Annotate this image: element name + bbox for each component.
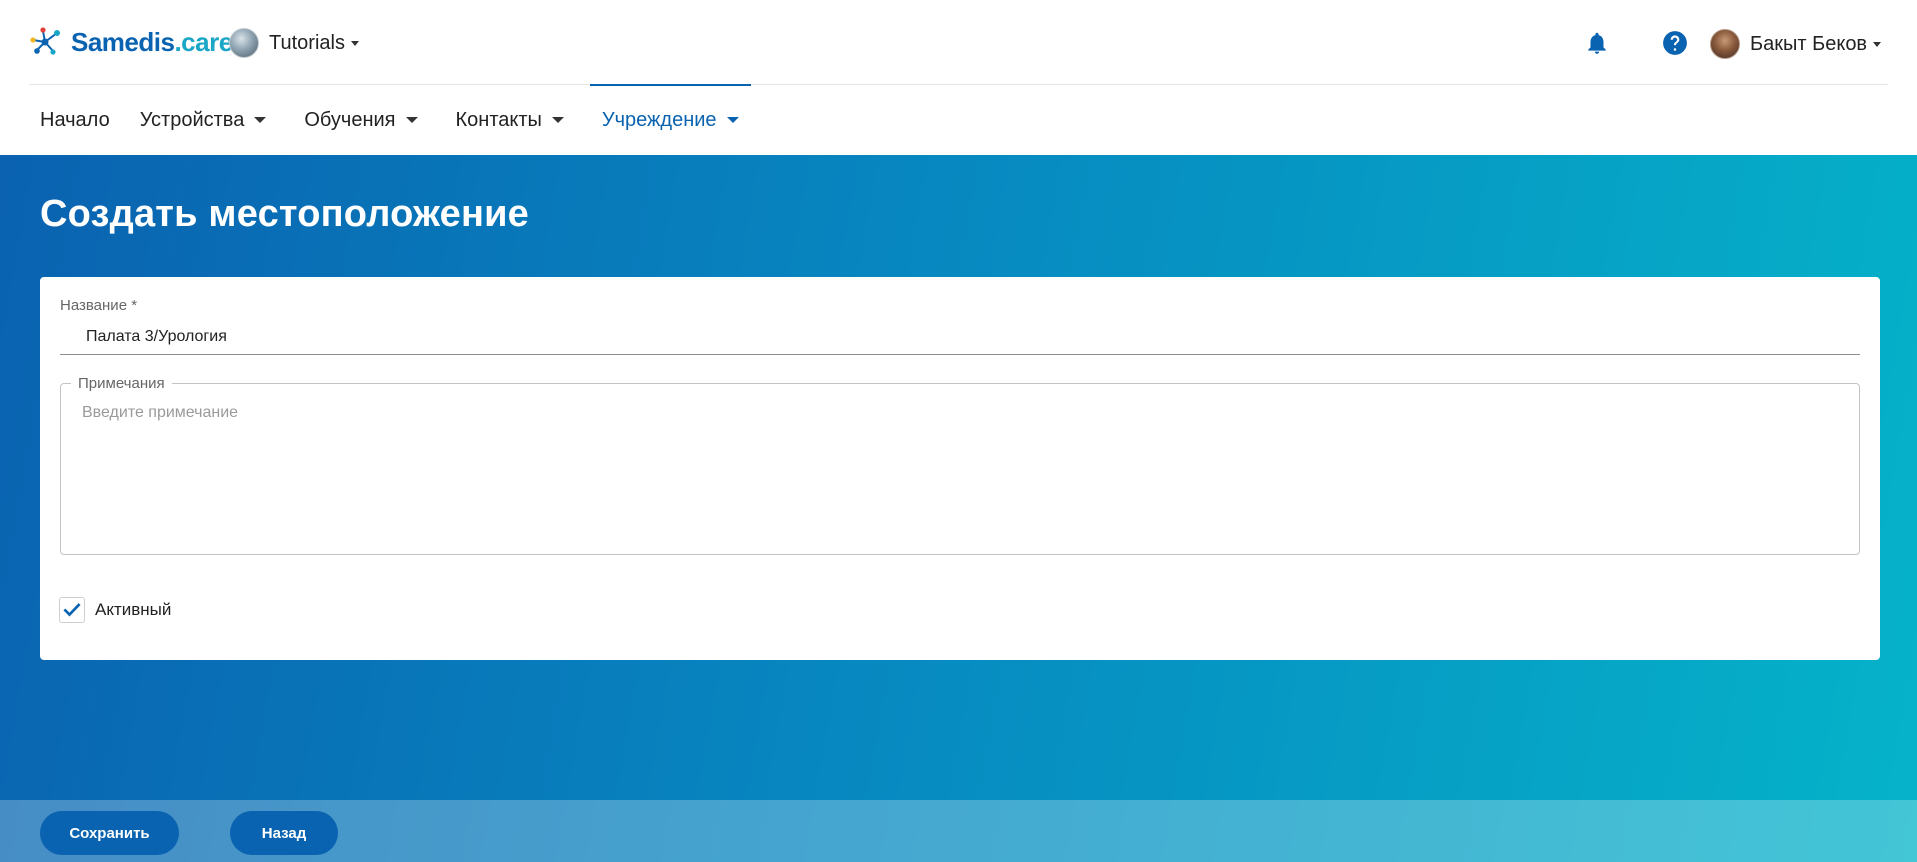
checkmark-icon	[63, 603, 81, 617]
main-nav: Начало Устройства Обучения Контакты Учре…	[29, 84, 751, 155]
caret-down-icon	[350, 40, 359, 46]
top-bar: Samedis.care Tutorials Бакыт Беков	[29, 0, 1888, 85]
nav-item-contacts[interactable]: Контакты	[445, 85, 575, 155]
nav-item-trainings[interactable]: Обучения	[293, 85, 428, 155]
caret-down-icon	[1873, 41, 1882, 47]
tenant-avatar	[229, 28, 259, 58]
help-button[interactable]	[1660, 28, 1690, 58]
notifications-button[interactable]	[1582, 28, 1612, 58]
tenant-switcher[interactable]: Tutorials	[229, 27, 359, 59]
nav-item-label: Начало	[40, 108, 110, 131]
back-button[interactable]: Назад	[230, 811, 338, 855]
form-card: Название * Примечания Активный	[40, 277, 1880, 660]
caret-down-icon	[405, 117, 418, 123]
logo-text: Samedis.care	[71, 27, 233, 58]
user-name: Бакыт Беков	[1750, 32, 1868, 55]
question-circle-icon	[1663, 31, 1687, 55]
page-title: Создать местоположение	[40, 193, 530, 235]
bell-icon	[1588, 32, 1606, 54]
header: Samedis.care Tutorials Бакыт Беков Начал…	[0, 0, 1917, 155]
notes-textarea[interactable]	[62, 398, 1858, 548]
name-field-label: Название *	[60, 297, 138, 314]
notes-field: Примечания	[60, 375, 1860, 555]
name-input[interactable]	[60, 319, 1860, 355]
nav-item-home[interactable]: Начало	[29, 85, 121, 155]
logo-name: Samedis	[71, 26, 175, 57]
active-checkbox[interactable]	[59, 597, 85, 623]
active-checkbox-label: Активный	[95, 600, 172, 619]
caret-down-icon	[254, 117, 267, 123]
app-root: Samedis.care Tutorials Бакыт Беков Начал…	[0, 0, 1917, 862]
logo-suffix: .care	[174, 26, 233, 57]
footer-action-bar: Сохранить Назад	[0, 800, 1917, 862]
notes-field-label: Примечания	[71, 375, 172, 392]
save-button[interactable]: Сохранить	[40, 811, 179, 855]
nav-item-label: Контакты	[455, 108, 542, 131]
nav-item-label: Учреждение	[601, 108, 717, 131]
nav-item-facility[interactable]: Учреждение	[589, 84, 751, 155]
nav-item-label: Обучения	[304, 108, 396, 131]
nav-item-label: Устройства	[139, 108, 245, 131]
active-checkbox-row[interactable]: Активный	[59, 596, 171, 624]
caret-down-icon	[726, 117, 739, 123]
molecule-network-icon	[30, 27, 60, 55]
tenant-label: Tutorials	[269, 31, 345, 54]
caret-down-icon	[551, 117, 564, 123]
logo[interactable]: Samedis.care	[29, 24, 233, 60]
main-content: Создать местоположение Название * Примеч…	[0, 155, 1917, 862]
user-menu[interactable]: Бакыт Беков	[1710, 28, 1882, 60]
user-avatar	[1710, 29, 1740, 59]
nav-item-devices[interactable]: Устройства	[129, 85, 278, 155]
